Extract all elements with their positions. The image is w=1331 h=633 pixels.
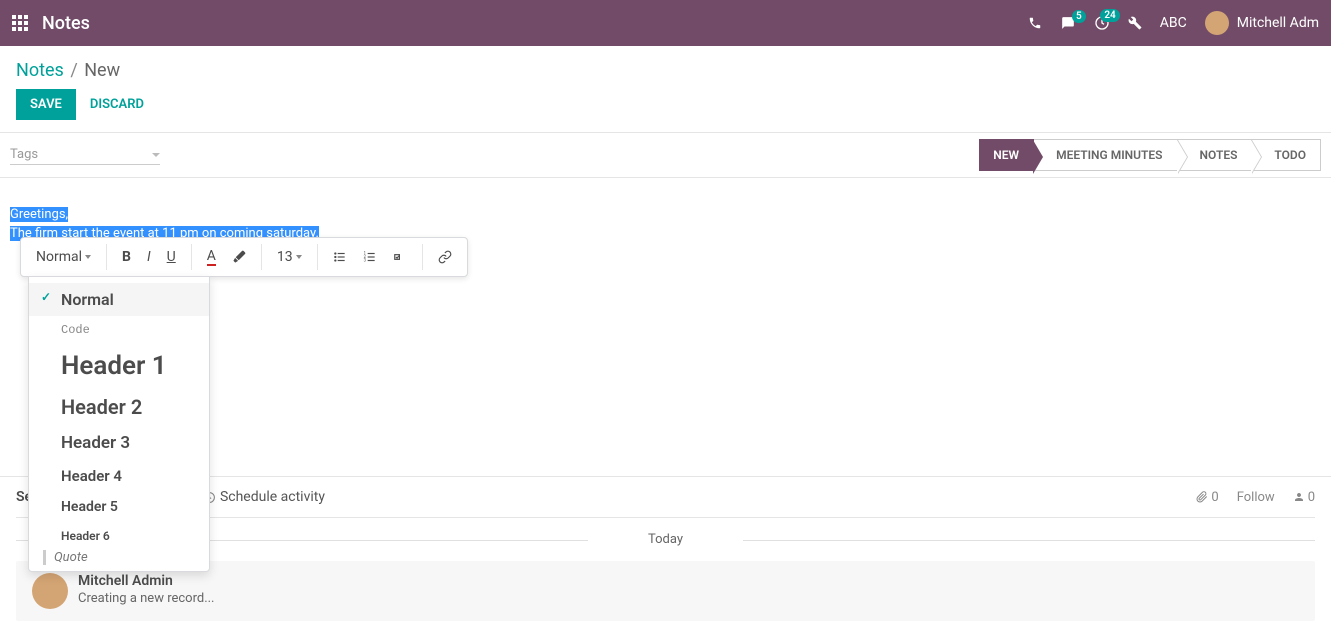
status-todo[interactable]: TODO	[1252, 139, 1321, 171]
username: Mitchell Adm	[1237, 15, 1319, 31]
editor-toolbar: Normal B I U A 13 123	[20, 237, 468, 277]
bold-button[interactable]: B	[115, 245, 138, 269]
checklist-button[interactable]	[386, 246, 414, 268]
link-button[interactable]	[431, 246, 459, 268]
chevron-down-icon	[85, 255, 91, 259]
text-color-button[interactable]: A	[200, 244, 223, 270]
debug-tools-icon[interactable]	[1128, 16, 1142, 30]
ordered-list-button[interactable]: 123	[356, 246, 384, 268]
action-row: SAVE DISCARD	[0, 89, 1331, 132]
apps-menu-icon[interactable]	[12, 15, 28, 31]
activities-icon[interactable]: 24	[1094, 15, 1110, 31]
dd-h4[interactable]: Header 4	[29, 460, 209, 492]
breadcrumb-separator: /	[70, 60, 77, 81]
follow-button[interactable]: Follow	[1237, 490, 1275, 505]
dd-h3[interactable]: Header 3	[29, 426, 209, 460]
dd-h1[interactable]: Header 1	[29, 344, 209, 388]
breadcrumb-root[interactable]: Notes	[16, 60, 64, 81]
dd-code[interactable]: Code	[29, 316, 209, 344]
avatar	[1205, 11, 1229, 35]
followers-button[interactable]: 0	[1293, 490, 1315, 505]
style-select[interactable]: Normal	[29, 245, 98, 269]
chevron-down-icon	[152, 153, 160, 157]
breadcrumb-current: New	[84, 60, 120, 81]
messages-badge: 5	[1072, 10, 1086, 23]
dd-quote[interactable]: Quote	[43, 550, 209, 565]
svg-text:3: 3	[363, 258, 366, 263]
attachments-button[interactable]: 0	[1196, 490, 1218, 505]
company-name[interactable]: ABC	[1160, 15, 1187, 31]
font-size-select[interactable]: 13	[270, 245, 309, 269]
paperclip-icon	[1196, 491, 1208, 503]
user-icon	[1293, 491, 1305, 503]
phone-icon[interactable]	[1028, 16, 1042, 30]
underline-button[interactable]: U	[160, 245, 183, 269]
message-avatar	[32, 573, 68, 609]
message-user: Mitchell Admin	[78, 573, 215, 589]
dd-h5[interactable]: Header 5	[29, 492, 209, 522]
app-title: Notes	[42, 13, 90, 34]
status-new[interactable]: NEW	[979, 139, 1034, 171]
user-menu[interactable]: Mitchell Adm	[1205, 11, 1319, 35]
topbar: Notes 5 24 ABC Mitchell Adm	[0, 0, 1331, 46]
status-meeting-minutes[interactable]: MEETING MINUTES	[1034, 139, 1177, 171]
schedule-activity-button[interactable]: Schedule activity	[203, 489, 325, 505]
message-body: Creating a new record...	[78, 591, 215, 606]
chatter-actions: Send message Log note Schedule activity …	[16, 489, 1315, 518]
tags-placeholder: Tags	[10, 147, 38, 162]
statusbar: NEW MEETING MINUTES NOTES TODO	[979, 139, 1321, 171]
activities-badge: 24	[1100, 9, 1119, 22]
discard-button[interactable]: DISCARD	[90, 97, 144, 112]
status-notes[interactable]: NOTES	[1178, 139, 1253, 171]
style-dropdown: Normal Code Header 1 Header 2 Header 3 H…	[28, 276, 210, 572]
breadcrumb: Notes / New	[0, 46, 1331, 89]
form-header: Tags NEW MEETING MINUTES NOTES TODO	[0, 132, 1331, 177]
chatter-today-separator: Today	[16, 532, 1315, 547]
dd-normal[interactable]: Normal	[29, 283, 209, 316]
unordered-list-button[interactable]	[326, 246, 354, 268]
save-button[interactable]: SAVE	[16, 89, 76, 120]
tags-field[interactable]: Tags	[10, 145, 160, 165]
dd-h6[interactable]: Header 6	[29, 522, 209, 550]
highlight-button[interactable]	[225, 246, 253, 268]
messages-icon[interactable]: 5	[1060, 16, 1076, 30]
italic-button[interactable]: I	[140, 245, 158, 269]
editor-line-1: Greetings,	[10, 207, 68, 222]
chevron-down-icon	[296, 255, 302, 259]
dd-h2[interactable]: Header 2	[29, 388, 209, 426]
chatter-message: Mitchell Admin Creating a new record...	[16, 561, 1315, 621]
